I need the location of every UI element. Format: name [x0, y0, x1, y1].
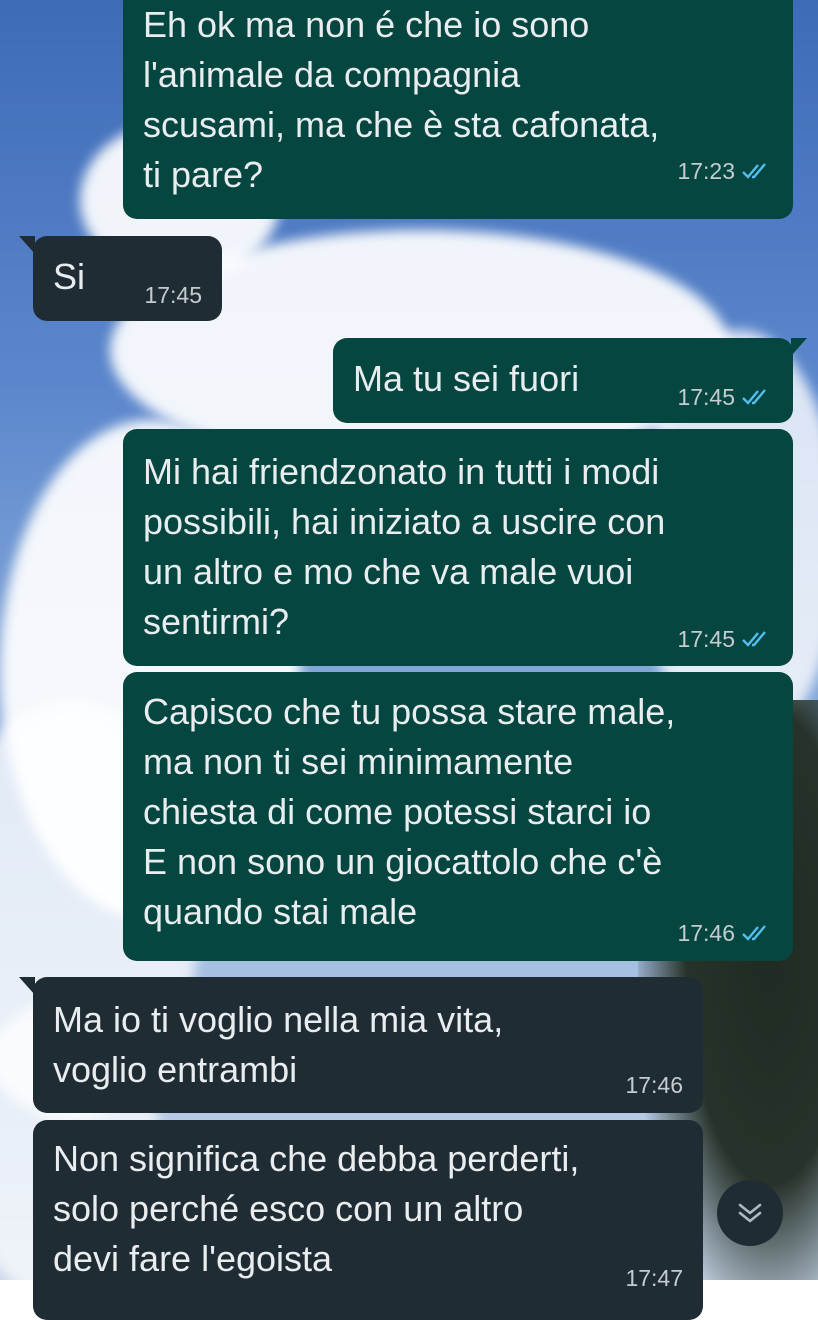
- message-time: 17:47: [625, 1265, 683, 1291]
- message-incoming[interactable]: Non significa che debba perderti, solo p…: [33, 1120, 703, 1320]
- double-check-icon: [742, 389, 766, 405]
- message-text: Ma tu sei fuori: [353, 358, 580, 399]
- message-text: Mi hai friendzonato in tutti i modi poss…: [143, 451, 666, 642]
- double-check-icon: [742, 631, 766, 647]
- message-incoming[interactable]: Ma io ti voglio nella mia vita, voglio e…: [19, 977, 703, 1113]
- message-meta: 17:47: [625, 1264, 683, 1292]
- message-time: 17:45: [677, 626, 735, 652]
- message-meta: 17:46: [625, 1071, 683, 1099]
- message-text: Ma io ti voglio nella mia vita, voglio e…: [53, 999, 504, 1090]
- message-incoming[interactable]: Si 17:45: [19, 236, 222, 321]
- message-time: 17:46: [677, 920, 735, 946]
- message-outgoing[interactable]: Mi hai friendzonato in tutti i modi poss…: [123, 429, 793, 666]
- message-text: Si: [53, 256, 86, 297]
- message-meta: 17:46: [677, 919, 771, 947]
- double-check-icon: [742, 163, 766, 179]
- message-time: 17:45: [677, 384, 735, 410]
- chevrons-down-icon: [738, 1203, 762, 1223]
- message-text: Capisco che tu possa stare male, ma non …: [143, 691, 676, 932]
- message-time: 17:46: [625, 1072, 683, 1098]
- message-meta: 17:45: [144, 281, 202, 309]
- message-meta: 17:23: [677, 157, 771, 185]
- message-text: Eh ok ma non é che io sono l'animale da …: [143, 4, 660, 195]
- message-outgoing[interactable]: Capisco che tu possa stare male, ma non …: [123, 672, 793, 961]
- double-check-icon: [742, 925, 766, 941]
- message-time: 17:45: [144, 282, 202, 308]
- message-text: Non significa che debba perderti, solo p…: [53, 1138, 580, 1279]
- message-meta: 17:45: [677, 625, 771, 653]
- message-outgoing[interactable]: Ma tu sei fuori 17:45: [333, 338, 807, 423]
- message-meta: 17:45: [677, 383, 771, 411]
- message-outgoing[interactable]: Eh ok ma non é che io sono l'animale da …: [123, 0, 793, 219]
- scroll-to-bottom-button[interactable]: [717, 1180, 783, 1246]
- message-time: 17:23: [677, 158, 735, 184]
